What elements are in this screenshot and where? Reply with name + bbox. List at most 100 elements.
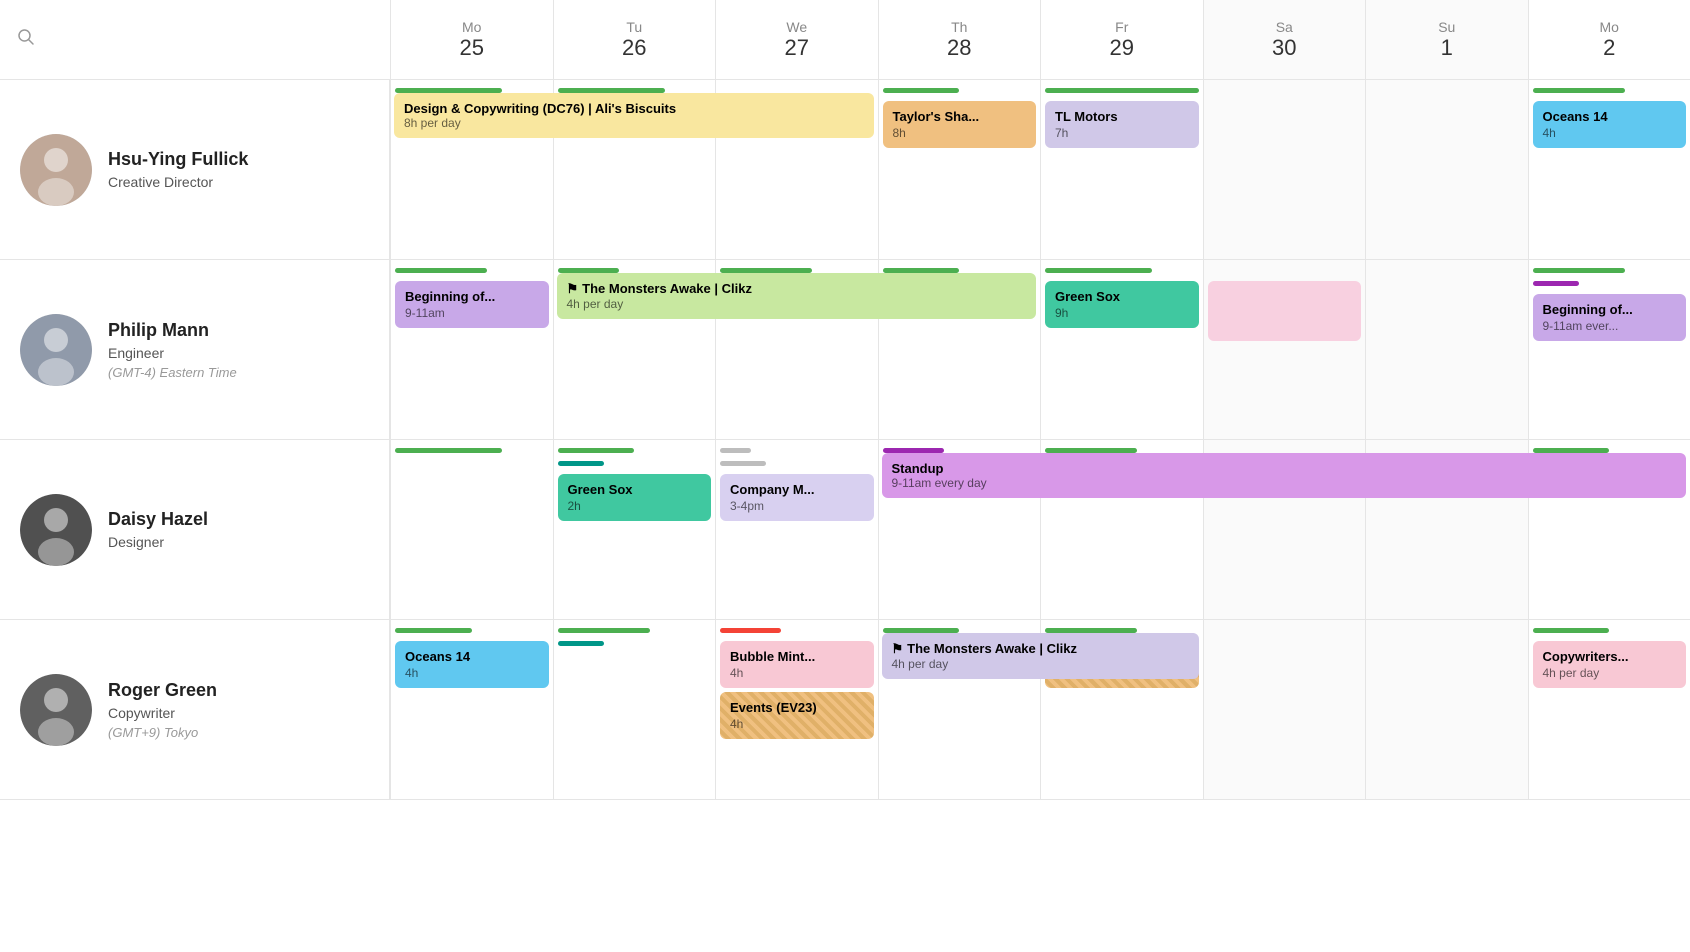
avail-bar-daisy-2-1: [720, 461, 766, 466]
person-role-daisy: Designer: [108, 534, 208, 550]
day-col-hsu-ying-4: TL Motors 7h: [1040, 80, 1203, 259]
person-calendar-philip: Beginning of...9-11am Green Sox9h Beginnin…: [390, 260, 1690, 439]
span-event-philip[interactable]: ⚑The Monsters Awake | Clikz4h per day: [557, 273, 1037, 319]
span-event-title-hsu-ying: Design & Copywriting (DC76) | Ali's Bisc…: [404, 101, 864, 116]
event-sub-roger-2-1: 4h: [730, 717, 864, 731]
event-card-roger-2-0[interactable]: Bubble Mint...4h: [720, 641, 874, 688]
event-card-philip-0-0[interactable]: Beginning of...9-11am: [395, 281, 549, 328]
day-num-5: 30: [1272, 35, 1296, 61]
day-name-2: We: [786, 19, 807, 35]
person-details-daisy: Daisy Hazel Designer: [108, 509, 208, 550]
event-placeholder-philip-5-0[interactable]: [1208, 281, 1362, 341]
header-day-3: Th 28: [878, 0, 1041, 79]
person-role-philip: Engineer: [108, 345, 237, 361]
event-title-hsu-ying-4-0: TL Motors: [1055, 109, 1189, 124]
day-name-5: Sa: [1276, 19, 1293, 35]
avail-bar-roger-1-1: [558, 641, 604, 646]
event-title-philip-4-0: Green Sox: [1055, 289, 1189, 304]
event-card-roger-0-0[interactable]: Oceans 14 4h: [395, 641, 549, 688]
person-role-hsu-ying: Creative Director: [108, 174, 248, 190]
day-num-3: 28: [947, 35, 971, 61]
person-details-roger: Roger GreenCopywriter(GMT+9) Tokyo: [108, 680, 217, 740]
person-row-roger: Roger GreenCopywriter(GMT+9) TokyoOceans…: [0, 620, 1690, 800]
day-col-philip-6: [1365, 260, 1528, 439]
event-title-hsu-ying-7-0: Oceans 14: [1543, 109, 1677, 124]
avail-bar-daisy-1-0: [558, 448, 635, 453]
event-card-daisy-2-0[interactable]: Company M...3-4pm: [720, 474, 874, 521]
header-day-7: Mo 2: [1528, 0, 1690, 79]
person-name-daisy: Daisy Hazel: [108, 509, 208, 530]
day-col-hsu-ying-3: Taylor's Sha...8h: [878, 80, 1041, 259]
avail-bar-daisy-1-1: [558, 461, 604, 466]
day-num-2: 27: [785, 35, 809, 61]
event-card-hsu-ying-4-0[interactable]: TL Motors 7h: [1045, 101, 1199, 148]
day-col-roger-6: [1365, 620, 1528, 799]
span-event-title-roger: ⚑The Monsters Awake | Clikz: [892, 641, 1189, 657]
avatar-daisy: [20, 494, 92, 566]
span-event-roger[interactable]: ⚑The Monsters Awake | Clikz4h per day: [882, 633, 1199, 679]
event-title-philip-7-0: Beginning of...: [1543, 302, 1677, 317]
avail-bar-daisy-0-0: [395, 448, 502, 453]
person-timezone-roger: (GMT+9) Tokyo: [108, 725, 217, 740]
event-card-roger-2-1[interactable]: Events (EV23)4h: [720, 692, 874, 739]
day-col-roger-1: [553, 620, 716, 799]
span-event-hsu-ying[interactable]: Design & Copywriting (DC76) | Ali's Bisc…: [394, 93, 874, 138]
day-col-philip-7: Beginning of...9-11am ever...: [1528, 260, 1690, 439]
span-event-daisy[interactable]: Standup9-11am every day: [882, 453, 1687, 498]
day-col-daisy-0: [390, 440, 553, 619]
header-day-1: Tu 26: [553, 0, 716, 79]
event-title-daisy-1-0: Green Sox: [568, 482, 702, 497]
event-card-hsu-ying-7-0[interactable]: Oceans 144h: [1533, 101, 1687, 148]
avatar-hsu-ying: [20, 134, 92, 206]
header-row: Mo 25 Tu 26 We 27 Th 28 Fr 29 Sa 30 Su 1…: [0, 0, 1690, 80]
avail-bar-roger-1-0: [558, 628, 650, 633]
event-sub-roger-7-0: 4h per day: [1543, 666, 1677, 680]
event-title-daisy-2-0: Company M...: [730, 482, 864, 497]
event-sub-roger-0-0: 4h: [405, 666, 539, 680]
person-row-philip: Philip Mann Engineer (GMT-4) Eastern Time B…: [0, 260, 1690, 440]
person-details-hsu-ying: Hsu-Ying Fullick Creative Director: [108, 149, 248, 190]
event-title-roger-7-0: Copywriters...: [1543, 649, 1677, 664]
person-role-roger: Copywriter: [108, 705, 217, 721]
day-col-roger-2: Bubble Mint...4hEvents (EV23)4h: [715, 620, 878, 799]
event-card-philip-7-0[interactable]: Beginning of...9-11am ever...: [1533, 294, 1687, 341]
event-card-daisy-1-0[interactable]: Green Sox2h: [558, 474, 712, 521]
header-day-2: We 27: [715, 0, 878, 79]
event-card-hsu-ying-3-0[interactable]: Taylor's Sha...8h: [883, 101, 1037, 148]
search-icon[interactable]: [16, 27, 36, 52]
day-name-6: Su: [1438, 19, 1455, 35]
day-col-roger-5: [1203, 620, 1366, 799]
day-col-hsu-ying-5: [1203, 80, 1366, 259]
span-event-sub-philip: 4h per day: [567, 297, 1027, 311]
header-day-6: Su 1: [1365, 0, 1528, 79]
avail-bar-philip-0-0: [395, 268, 487, 273]
calendar-wrapper: Mo 25 Tu 26 We 27 Th 28 Fr 29 Sa 30 Su 1…: [0, 0, 1690, 952]
day-num-0: 25: [460, 35, 484, 61]
day-col-roger-7: Copywriters... 4h per day: [1528, 620, 1690, 799]
event-card-roger-7-0[interactable]: Copywriters... 4h per day: [1533, 641, 1687, 688]
avail-bar-philip-7-0: [1533, 268, 1625, 273]
event-sub-hsu-ying-3-0: 8h: [893, 126, 1027, 140]
person-name-philip: Philip Mann: [108, 320, 237, 341]
avail-bar-hsu-ying-4-0: [1045, 88, 1199, 93]
day-name-1: Tu: [626, 19, 642, 35]
avail-bar-philip-7-1: [1533, 281, 1579, 286]
avail-bar-philip-4-0: [1045, 268, 1152, 273]
avatar-roger: [20, 674, 92, 746]
event-sub-hsu-ying-4-0: 7h: [1055, 126, 1189, 140]
day-col-philip-0: Beginning of...9-11am: [390, 260, 553, 439]
event-title-roger-0-0: Oceans 14: [405, 649, 539, 664]
person-name-hsu-ying: Hsu-Ying Fullick: [108, 149, 248, 170]
day-num-6: 1: [1441, 35, 1453, 61]
header-day-0: Mo 25: [390, 0, 553, 79]
day-name-7: Mo: [1600, 19, 1619, 35]
person-details-philip: Philip Mann Engineer (GMT-4) Eastern Time: [108, 320, 237, 380]
day-col-daisy-2: Company M...3-4pm: [715, 440, 878, 619]
event-card-philip-4-0[interactable]: Green Sox9h: [1045, 281, 1199, 328]
person-timezone-philip: (GMT-4) Eastern Time: [108, 365, 237, 380]
person-row-hsu-ying: Hsu-Ying Fullick Creative Director Taylor'…: [0, 80, 1690, 260]
day-name-4: Fr: [1115, 19, 1128, 35]
person-calendar-daisy: Green Sox2hCompany M...3-4pmStandup9-11a…: [390, 440, 1690, 619]
span-event-sub-roger: 4h per day: [892, 657, 1189, 671]
day-name-3: Th: [951, 19, 967, 35]
